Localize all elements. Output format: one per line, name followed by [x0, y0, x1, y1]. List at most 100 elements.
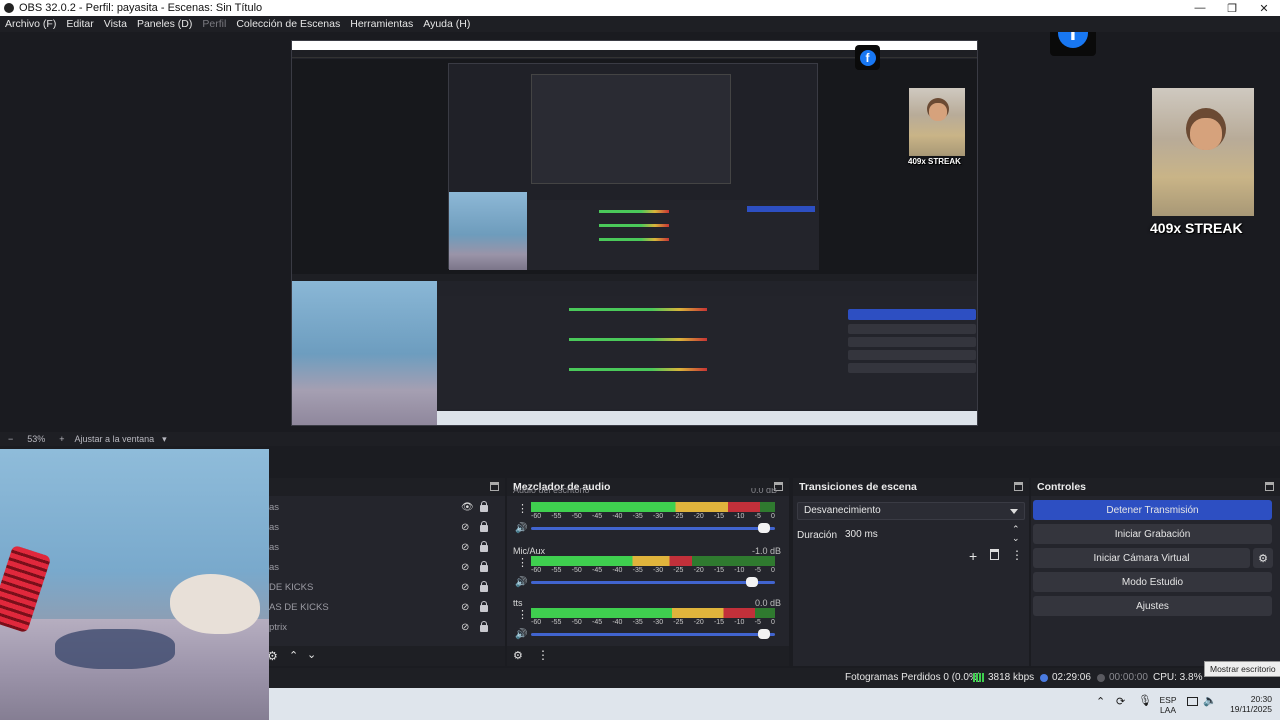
source-row[interactable]: as ⊘	[269, 517, 509, 537]
menu-paneles[interactable]: Paneles (D)	[132, 18, 197, 30]
channel-menu-icon[interactable]: ⋮	[517, 558, 528, 569]
volume-slider[interactable]	[531, 523, 775, 533]
chevron-down-icon[interactable]: ▾	[162, 434, 167, 445]
eye-hidden-icon[interactable]: ⊘	[461, 522, 469, 533]
show-desktop-tooltip: Mostrar escritorio	[1204, 661, 1280, 677]
meter-tick-label: 0	[771, 619, 775, 626]
start-recording-button[interactable]: Iniciar Grabación	[1033, 524, 1272, 544]
add-transition-icon[interactable]: +	[969, 548, 977, 564]
sources-panel: as 👁 as ⊘ as ⊘ as ⊘ DE KICKS ⊘ AS DE KICKS ⊘ ptrix ⊘ …	[267, 478, 505, 666]
move-down-icon[interactable]: ⌄	[307, 648, 316, 661]
move-up-icon[interactable]: ⌃	[289, 649, 298, 662]
eye-hidden-icon[interactable]: ⊘	[461, 542, 469, 553]
webcam-overlay	[0, 449, 269, 720]
volume-slider[interactable]	[531, 577, 775, 587]
audio-settings-icon[interactable]: ⚙	[513, 649, 523, 662]
more-options-icon[interactable]: ⋮	[1011, 548, 1023, 562]
source-name: DE KICKS	[269, 581, 314, 593]
microphone-icon[interactable]: 🎙	[1138, 696, 1152, 707]
source-name: as	[269, 521, 280, 533]
language-indicator[interactable]: ESP LAA	[1157, 695, 1179, 715]
meter-tick-label: -30	[652, 513, 664, 520]
window-titlebar: OBS 32.0.2 - Perfil: payasita - Escenas:…	[0, 0, 1280, 16]
sync-icon[interactable]: ⟳	[1116, 697, 1125, 708]
channel-menu-icon[interactable]: ⋮	[517, 504, 528, 515]
studio-mode-button[interactable]: Modo Estudio	[1033, 572, 1272, 592]
float-panel-icon[interactable]	[1014, 482, 1023, 491]
eye-hidden-icon[interactable]: ⊘	[461, 602, 469, 613]
lock-icon[interactable]	[480, 541, 488, 552]
source-row[interactable]: as ⊘	[269, 557, 509, 577]
eye-hidden-icon[interactable]: ⊘	[461, 622, 469, 633]
lock-icon[interactable]	[480, 581, 488, 592]
transition-select[interactable]: Desvanecimiento	[797, 502, 1025, 520]
lock-icon[interactable]	[480, 521, 488, 532]
scene-preview[interactable]: f f 409x STREAK 409x STREAK	[0, 32, 1280, 432]
menu-archivo[interactable]: Archivo (F)	[0, 18, 61, 30]
transitions-header: Transiciones de escena	[793, 478, 1029, 496]
meter-tick-label: -25	[673, 619, 684, 626]
meter-tick-label: -30	[652, 619, 664, 626]
source-row[interactable]: ptrix ⊘	[269, 617, 509, 637]
channel-menu-icon[interactable]: ⋮	[517, 610, 528, 621]
menu-ayuda[interactable]: Ayuda (H)	[418, 18, 475, 30]
speaker-icon[interactable]: 🔈	[1203, 696, 1217, 707]
display-icon[interactable]	[1187, 697, 1198, 706]
volume-slider[interactable]	[531, 629, 775, 639]
menu-herramientas[interactable]: Herramientas	[345, 18, 418, 30]
eye-hidden-icon[interactable]: ⊘	[461, 562, 469, 573]
meter-tick-label: -60	[531, 567, 542, 574]
source-row[interactable]: DE KICKS ⊘	[269, 577, 509, 597]
facebook-badge-medium: f	[855, 45, 880, 70]
menu-perfil[interactable]: Perfil	[197, 18, 231, 30]
source-row[interactable]: AS DE KICKS ⊘	[269, 597, 509, 617]
controls-header: Controles	[1031, 478, 1280, 496]
cpu-usage: CPU: 3.8%	[1153, 672, 1203, 683]
lock-icon[interactable]	[480, 621, 488, 632]
float-panel-icon[interactable]	[490, 482, 499, 491]
channel-db: 0.0 dB	[754, 598, 781, 608]
float-panel-icon[interactable]	[1265, 482, 1274, 491]
chevron-up-icon[interactable]: ⌃	[1096, 697, 1105, 708]
meter-tick-label: -10	[734, 513, 745, 520]
more-options-icon[interactable]: ⋮	[537, 648, 549, 662]
start-virtual-camera-button[interactable]: Iniciar Cámara Virtual	[1033, 548, 1250, 568]
source-row[interactable]: as ⊘	[269, 537, 509, 557]
eye-icon[interactable]: 👁	[461, 502, 474, 513]
source-name: as	[269, 561, 280, 573]
delete-transition-icon[interactable]	[990, 549, 999, 560]
menu-vista[interactable]: Vista	[99, 18, 132, 30]
meter-tick-label: -50	[571, 619, 582, 626]
settings-button[interactable]: Ajustes	[1033, 596, 1272, 616]
zoom-out-button[interactable]: −	[8, 434, 13, 444]
stepper-down-icon[interactable]: ⌄	[1012, 533, 1020, 544]
speaker-icon[interactable]: 🔊	[515, 523, 527, 534]
speaker-icon[interactable]: 🔊	[515, 629, 527, 640]
menu-coleccion-escenas[interactable]: Colección de Escenas	[231, 18, 345, 30]
menu-editar[interactable]: Editar	[61, 18, 98, 30]
meter-tick-label: -15	[713, 513, 725, 520]
meter-tick-label: -15	[713, 567, 725, 574]
speaker-icon[interactable]: 🔊	[515, 577, 527, 588]
transition-selected: Desvanecimiento	[804, 505, 881, 516]
close-button[interactable]: ✕	[1248, 2, 1280, 15]
lock-icon[interactable]	[480, 561, 488, 572]
clock[interactable]: 20:30 19/11/2025	[1222, 694, 1272, 714]
source-row[interactable]: as 👁	[269, 497, 509, 517]
sources-panel-header	[269, 478, 505, 496]
meter-tick-label: -55	[551, 567, 562, 574]
eye-hidden-icon[interactable]: ⊘	[461, 582, 469, 593]
duration-value: 300 ms	[845, 529, 878, 540]
stop-stream-button[interactable]: Detener Transmisión	[1033, 500, 1272, 520]
maximize-button[interactable]: ❐	[1216, 2, 1248, 15]
duration-input[interactable]: 300 ms	[841, 526, 1017, 544]
meter-tick-label: -45	[591, 567, 603, 574]
fit-to-window-label[interactable]: Ajustar a la ventana	[75, 434, 155, 444]
virtual-camera-settings-button[interactable]: ⚙	[1253, 548, 1273, 568]
zoom-in-button[interactable]: +	[59, 434, 64, 444]
volume-meter	[531, 556, 775, 566]
lock-icon[interactable]	[480, 501, 488, 512]
mixer-channel: tts 0.0 dB ⋮ -60 -55 -50 -45 -40 -35 -30 -25 -20 -15…	[513, 598, 781, 648]
lock-icon[interactable]	[480, 601, 488, 612]
minimize-button[interactable]: —	[1184, 2, 1216, 14]
